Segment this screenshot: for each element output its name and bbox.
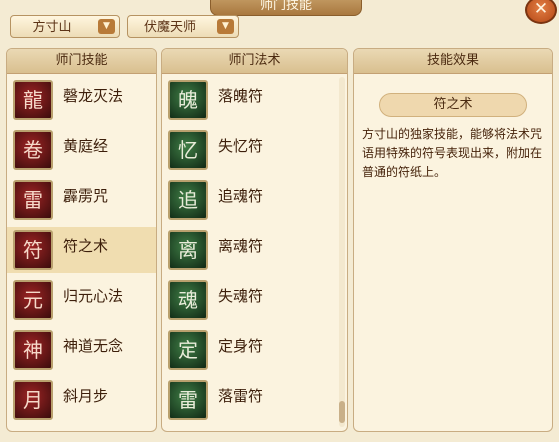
spell-row[interactable]: 魄 落魄符 [162,77,347,123]
spell-row[interactable]: 离 离魂符 [162,227,347,273]
close-button[interactable]: ✕ [525,0,557,24]
spells-panel: 师门法术 魄 落魄符 忆 失忆符 追 追魂符 离 离魂符 魂 失魂符 定 定身符… [161,48,348,432]
skill-label: 神道无念 [63,337,124,355]
skill-row[interactable]: 月 斜月步 [7,377,156,423]
thunder-seal-icon: 雷 [168,380,208,420]
lost-soul-icon: 魂 [168,280,208,320]
sect-dropdown[interactable]: 方寸山 ▼ [10,15,120,38]
spiritual-core-icon: 元 [13,280,53,320]
spell-label: 失忆符 [218,137,264,155]
lightning-seal-icon: 雷 [13,180,53,220]
skill-row[interactable]: 雷 霹雳咒 [7,177,156,223]
skill-row[interactable]: 神 神道无念 [7,327,156,373]
effect-description: 方寸山的独家技能，能够将法术咒语用特殊的符号表现出来，附加在普通的符纸上。 [362,127,543,179]
skill-label: 归元心法 [63,287,124,305]
spell-label: 离魂符 [218,237,264,255]
title-dropdown-value: 伏魔天师 [143,20,196,35]
ghost-seal-icon: 魄 [168,80,208,120]
skill-row[interactable]: 卷 黄庭经 [7,127,156,173]
pursuit-seal-icon: 追 [168,180,208,220]
skill-row-selected[interactable]: 符 符之术 [7,227,156,273]
spell-label: 落雷符 [218,387,264,405]
skill-label: 斜月步 [63,387,109,405]
effect-header: 技能效果 [354,49,552,74]
spell-row[interactable]: 定 定身符 [162,327,347,373]
spells-scrollbar-thumb[interactable] [339,401,345,423]
sect-dropdown-value: 方寸山 [32,20,72,35]
forget-seal-icon: 忆 [168,130,208,170]
spell-label: 追魂符 [218,187,264,205]
freeze-seal-icon: 定 [168,330,208,370]
dragon-spiral-icon: 龍 [13,80,53,120]
spell-row[interactable]: 忆 失忆符 [162,127,347,173]
spells-scrollbar[interactable] [339,77,345,427]
divine-cross-icon: 神 [13,330,53,370]
spell-row[interactable]: 魂 失魂符 [162,277,347,323]
spell-row[interactable]: 雷 落雷符 [162,377,347,423]
scroll-book-icon: 卷 [13,130,53,170]
skill-label: 霹雳咒 [63,187,109,205]
skill-row[interactable]: 龍 磬龙灭法 [7,77,156,123]
spell-row[interactable]: 追 追魂符 [162,177,347,223]
talisman-seal-icon: 符 [13,230,53,270]
spells-header: 师门法术 [162,49,347,74]
skills-panel: 师门技能 龍 磬龙灭法 卷 黄庭经 雷 霹雳咒 符 符之术 元 归元心法 神 神… [6,48,157,432]
spell-label: 定身符 [218,337,264,355]
skill-row[interactable]: 元 归元心法 [7,277,156,323]
window-title-tab: 师门技能 [210,0,362,16]
skill-label: 符之术 [63,237,109,255]
split-soul-icon: 离 [168,230,208,270]
skill-label: 磬龙灭法 [63,87,124,105]
chevron-down-icon: ▼ [217,19,234,34]
effect-title-banner: 符之术 [379,93,527,117]
spell-label: 落魄符 [218,87,264,105]
effect-panel: 技能效果 符之术 方寸山的独家技能，能够将法术咒语用特殊的符号表现出来，附加在普… [353,48,553,432]
title-dropdown[interactable]: 伏魔天师 ▼ [127,15,239,38]
close-icon: ✕ [533,0,549,19]
spell-label: 失魂符 [218,287,264,305]
chevron-down-icon: ▼ [98,19,115,34]
moon-step-icon: 月 [13,380,53,420]
skill-label: 黄庭经 [63,137,109,155]
skills-header: 师门技能 [7,49,156,74]
